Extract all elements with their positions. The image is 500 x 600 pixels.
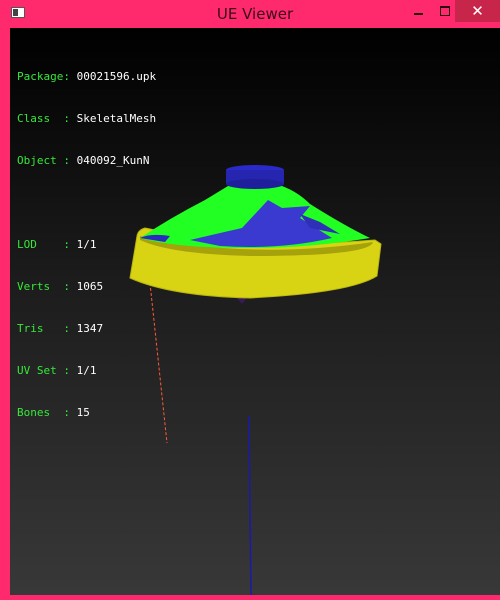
title-bar[interactable]: UE Viewer ✕ <box>5 0 500 28</box>
info-row-package: Package: 00021596.upk <box>17 70 156 84</box>
info-row-object: Object : 040092_KunN <box>17 154 156 168</box>
info-label: Class : <box>17 112 70 125</box>
info-label: Object : <box>17 154 70 167</box>
info-row-tris: Tris : 1347 <box>17 322 156 336</box>
info-value: 1/1 <box>76 238 97 251</box>
info-value: SkeletalMesh <box>76 112 157 125</box>
maximize-icon <box>440 6 450 16</box>
3d-viewport[interactable]: Package: 00021596.upk Class : SkeletalMe… <box>10 28 500 595</box>
info-label: LOD : <box>17 238 70 251</box>
info-row-verts: Verts : 1065 <box>17 280 156 294</box>
info-label: Bones : <box>17 406 70 419</box>
mesh-info-overlay: Package: 00021596.upk Class : SkeletalMe… <box>17 42 156 448</box>
info-label: Verts : <box>17 280 70 293</box>
app-window: UE Viewer ✕ Package: 00021596.upk Class … <box>0 0 500 600</box>
mesh-cap-bottom <box>226 179 284 189</box>
info-value: 1/1 <box>76 364 97 377</box>
info-value: 1347 <box>76 322 104 335</box>
info-row-bones: Bones : 15 <box>17 406 156 420</box>
info-label: Package: <box>17 70 70 83</box>
info-label: Tris : <box>17 322 70 335</box>
minimize-icon <box>413 13 423 15</box>
info-value: 040092_KunN <box>76 154 150 167</box>
info-row-class: Class : SkeletalMesh <box>17 112 156 126</box>
axis-line-blue <box>248 415 252 595</box>
info-value: 15 <box>76 406 90 419</box>
info-row-uvset: UV Set : 1/1 <box>17 364 156 378</box>
info-label: UV Set : <box>17 364 70 377</box>
info-row-lod: LOD : 1/1 <box>17 238 156 252</box>
info-value: 00021596.upk <box>76 70 157 83</box>
close-icon: ✕ <box>471 1 484 20</box>
info-value: 1065 <box>76 280 104 293</box>
close-button[interactable]: ✕ <box>455 0 500 22</box>
minimize-button[interactable] <box>403 0 433 22</box>
